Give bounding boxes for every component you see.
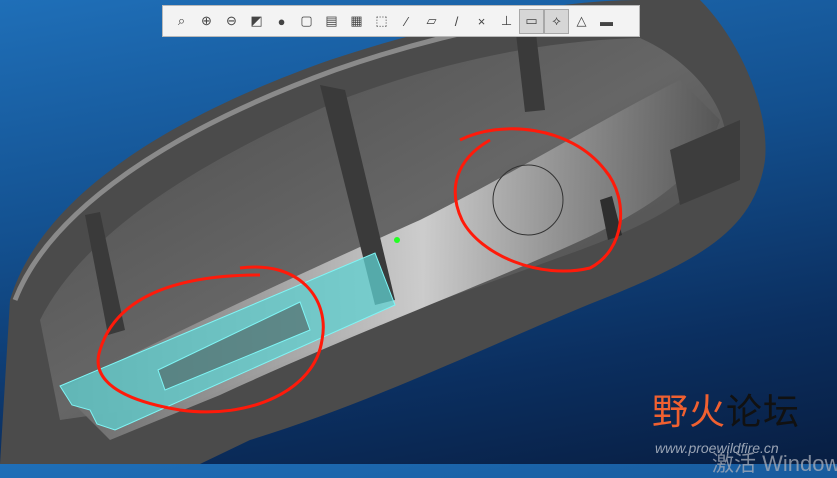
plane-display-icon: ▱: [426, 13, 437, 28]
watermark-name-2: 论坛: [726, 391, 801, 432]
forum-watermark: 野火论坛: [652, 383, 800, 435]
zoom-out-button[interactable]: ⊖: [219, 9, 244, 34]
saved-orientations-icon: ▢: [300, 13, 313, 28]
zoom-fit-icon: ⌕: [177, 13, 186, 28]
point-display-button[interactable]: ×: [469, 9, 494, 34]
repaint-icon: ◩: [250, 13, 263, 28]
render-icon: ▬: [600, 13, 613, 29]
zoom-out-icon: ⊖: [226, 13, 237, 28]
axis-display-icon: /: [454, 13, 459, 29]
datum-display-icon: ⁄: [405, 13, 408, 29]
zoom-in-icon: ⊕: [201, 13, 212, 28]
perspective-view-button[interactable]: ⬚: [369, 9, 394, 34]
shade-mode-button[interactable]: △: [569, 9, 594, 34]
zoom-fit-button[interactable]: ⌕: [169, 9, 194, 34]
view-manager-button[interactable]: ▤: [319, 9, 344, 34]
datum-display-button[interactable]: ⁄: [394, 9, 419, 34]
plane-display-button[interactable]: ▱: [419, 9, 444, 34]
csys-display-button[interactable]: ⊥: [494, 9, 519, 34]
point-display-icon: ×: [477, 13, 486, 29]
view-toolbar: ⌕ ⊕ ⊖ ◩ ● ▢ ▤ ▦ ⬚ ⁄ ▱ / × ⊥ ▭ ⟡ △ ▬: [162, 5, 640, 37]
view-manager-icon: ▤: [325, 13, 338, 28]
zoom-in-button[interactable]: ⊕: [194, 9, 219, 34]
axis-display-button[interactable]: /: [444, 9, 469, 34]
annotation-display-button[interactable]: ▭: [519, 8, 544, 34]
display-style-button[interactable]: ●: [269, 9, 294, 34]
activate-windows-overlay: 激活 Windows: [712, 451, 837, 476]
repaint-button[interactable]: ◩: [244, 9, 269, 34]
render-button[interactable]: ▬: [594, 9, 619, 34]
csys-display-icon: ⊥: [500, 13, 513, 28]
shade-mode-icon: △: [576, 13, 587, 28]
saved-orientations-button[interactable]: ▢: [294, 9, 319, 34]
snapshot-button[interactable]: ▦: [344, 9, 369, 34]
annotation-display-icon: ▭: [525, 13, 538, 28]
perspective-view-icon: ⬚: [375, 13, 388, 28]
snapshot-icon: ▦: [350, 13, 363, 28]
spin-center-icon: ⟡: [552, 13, 561, 28]
spin-center: [394, 237, 400, 243]
display-style-icon: ●: [277, 13, 286, 29]
spin-center-button[interactable]: ⟡: [544, 8, 569, 34]
watermark-name-1: 野火: [652, 391, 727, 432]
